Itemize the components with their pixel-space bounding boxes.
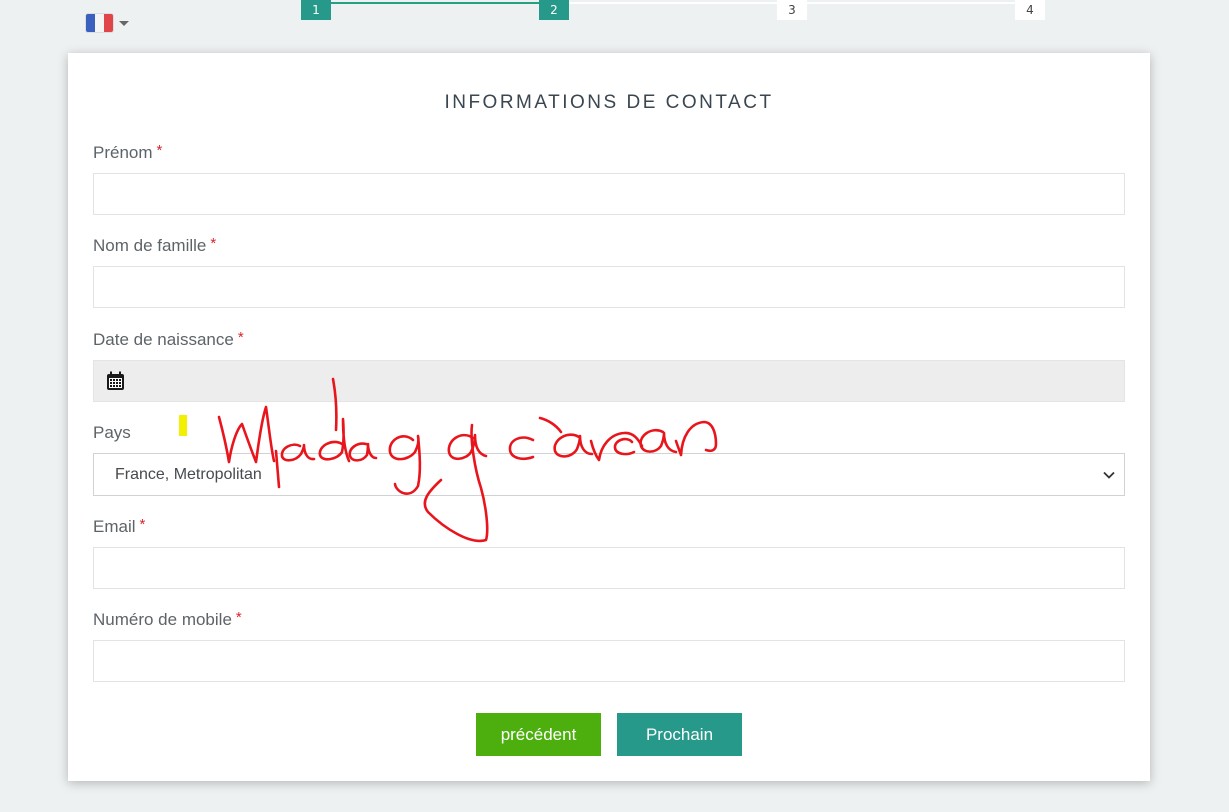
mobile-field: Numéro de mobile * (93, 609, 1125, 682)
birth-date-field: Date de naissance * (93, 329, 1125, 402)
step-4: 4 (1015, 0, 1045, 20)
previous-button[interactable]: précédent (476, 713, 601, 756)
required-marker: * (139, 516, 146, 533)
country-select[interactable]: France, Metropolitan (93, 453, 1125, 496)
birth-date-label: Date de naissance * (93, 329, 244, 349)
email-label: Email * (93, 516, 146, 536)
chevron-down-icon (1103, 471, 1115, 479)
email-input[interactable] (93, 547, 1125, 589)
calendar-icon[interactable] (106, 371, 125, 391)
highlight-mark (179, 415, 187, 436)
first-name-field: Prénom * (93, 142, 1125, 215)
mobile-input[interactable] (93, 640, 1125, 682)
mobile-label: Numéro de mobile * (93, 609, 242, 629)
first-name-label: Prénom * (93, 142, 163, 162)
country-field: Pays France, Metropolitan (93, 422, 1125, 496)
required-marker: * (235, 609, 242, 626)
step-2: 2 (539, 0, 569, 20)
birth-date-input[interactable] (93, 360, 1125, 402)
next-button[interactable]: Prochain (617, 713, 742, 756)
step-3: 3 (777, 0, 807, 20)
email-field: Email * (93, 516, 1125, 589)
last-name-field: Nom de famille * (93, 235, 1125, 308)
country-select-value: France, Metropolitan (115, 465, 262, 483)
contact-form-card: INFORMATIONS DE CONTACT Prénom * Nom de f… (68, 53, 1150, 781)
country-label: Pays (93, 423, 131, 442)
last-name-input[interactable] (93, 266, 1125, 308)
first-name-input[interactable] (93, 173, 1125, 215)
required-marker: * (237, 329, 244, 346)
progress-track-completed (316, 2, 554, 4)
progress-stepper: 1 2 3 4 (0, 0, 1229, 22)
required-marker: * (210, 235, 217, 252)
last-name-label: Nom de famille * (93, 235, 217, 255)
form-title: INFORMATIONS DE CONTACT (444, 92, 774, 113)
required-marker: * (156, 142, 163, 159)
step-1: 1 (301, 0, 331, 20)
